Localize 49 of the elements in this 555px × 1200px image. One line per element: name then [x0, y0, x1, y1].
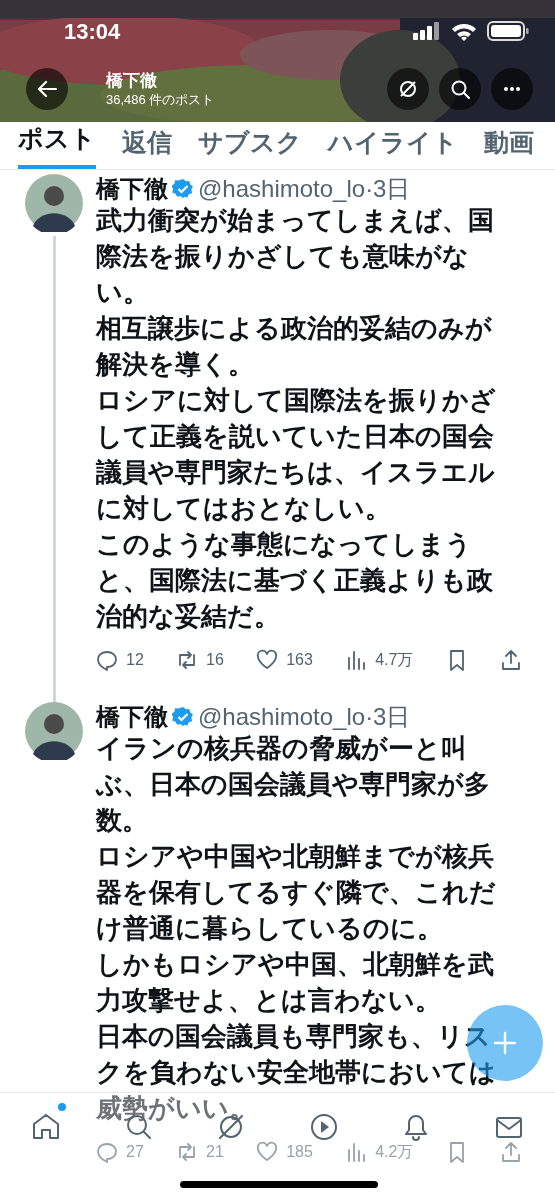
more-button[interactable] — [491, 68, 533, 110]
tab[interactable]: ハイライト — [328, 123, 458, 169]
tab[interactable]: サブスク — [198, 123, 302, 169]
bar-chart-icon — [345, 649, 368, 671]
speech-bubble-icon — [96, 1141, 118, 1163]
author-handle[interactable]: @hashimoto_lo — [198, 174, 366, 204]
share-button[interactable] — [499, 649, 522, 671]
profile-name: 橋下徹 — [106, 70, 158, 92]
wifi-icon — [451, 21, 477, 41]
post-text: このような事態になってしまうと、国際法に基づく正義よりも政治的な妥結だ。 — [96, 528, 494, 633]
post-text: 武力衝突が始まってしまえば、国際法を振りかざしても意味がない。 — [96, 204, 495, 309]
more-icon — [502, 86, 522, 92]
share-icon — [499, 649, 522, 671]
slashed-circle-icon — [398, 79, 418, 99]
tab[interactable]: 動画 — [484, 123, 534, 169]
author-handle[interactable]: @hashimoto_lo — [198, 702, 366, 732]
post-time: ·3日 — [365, 174, 411, 204]
battery-icon — [487, 21, 529, 41]
tab[interactable]: 返信 — [122, 123, 172, 169]
heart-icon — [256, 649, 279, 671]
author-name[interactable]: 橋下徹 — [96, 174, 168, 204]
plus-icon — [493, 1031, 517, 1055]
share-button[interactable] — [499, 1141, 522, 1163]
share-icon — [499, 1141, 522, 1163]
author-name[interactable]: 橋下徹 — [96, 702, 168, 732]
repost-button[interactable]: 16 — [176, 648, 224, 672]
post-text: ロシアに対して国際法を振りかざして正義を説いていた日本の国会議員や専門家たちは、イスラエルに対してはおとなしい。 — [96, 384, 497, 525]
grok-button[interactable] — [387, 68, 429, 110]
reply-button[interactable]: 12 — [96, 648, 144, 672]
post-count: 36,486 件のポスト — [106, 91, 215, 108]
post-text: ロシアや中国や北朝鮮までが核兵器を保有してるすぐ隣で、これだけ普通に暮らしているのに。 — [96, 840, 497, 945]
clock: 13:04 — [64, 17, 121, 46]
signal-icon — [413, 22, 441, 40]
post-text: 相互譲歩による政治的妥結のみが解決を導く。 — [96, 312, 493, 381]
back-arrow-icon — [37, 80, 57, 98]
avatar[interactable] — [25, 702, 83, 760]
search-icon — [450, 79, 470, 99]
tab[interactable]: ポスト — [18, 119, 96, 169]
speech-bubble-icon — [96, 649, 118, 671]
views-button[interactable]: 4.7万 — [345, 648, 414, 672]
post-time: ·3日 — [365, 702, 411, 732]
heart-icon — [256, 1141, 279, 1163]
bar-chart-icon — [345, 1141, 368, 1163]
like-button[interactable]: 163 — [256, 648, 313, 672]
search-button[interactable] — [439, 68, 481, 110]
back-button[interactable] — [26, 68, 68, 110]
post-text: イランの核兵器の脅威がーと叫ぶ、日本の国会議員や専門家が多数。 — [96, 732, 491, 837]
post-text: しかもロシアや中国、北朝鮮を武力攻撃せよ、とは言わない。 — [96, 948, 495, 1017]
avatar[interactable] — [25, 174, 83, 232]
